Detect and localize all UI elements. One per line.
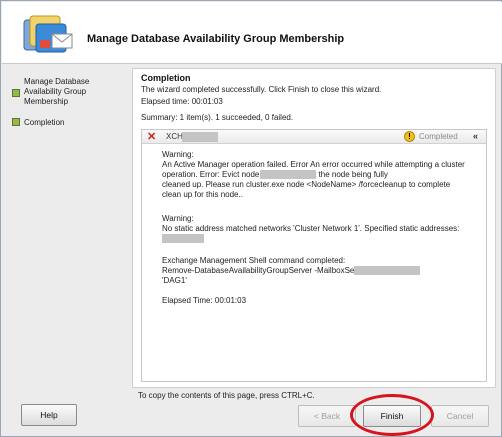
back-button[interactable]: < Back (298, 405, 356, 427)
step-status-icon (12, 118, 20, 126)
redacted-server-name (182, 132, 218, 142)
result-line: An Active Manager operation failed. Erro… (162, 160, 465, 169)
result-line: 'DAG1' (162, 276, 187, 285)
result-status: Completed (419, 132, 458, 141)
completion-panel: Completion The wizard completed successf… (132, 68, 496, 388)
result-line: Exchange Management Shell command comple… (162, 256, 346, 265)
result-line: cleaned up. Please run cluster.exe node … (162, 180, 451, 189)
summary-text: Summary: 1 item(s). 1 succeeded, 0 faile… (141, 113, 294, 122)
redacted-mailbox-server (354, 266, 420, 275)
page-heading: Completion (141, 73, 191, 83)
result-line: Elapsed Time: 00:01:03 (162, 296, 247, 305)
step-status-icon (12, 89, 20, 97)
redacted-node-name (260, 170, 316, 179)
wizard-steps-pane: Manage Database Availability Group Membe… (2, 64, 130, 394)
help-button[interactable]: Help (21, 404, 77, 426)
server-name: XCH (166, 132, 183, 141)
redacted-static-address (162, 234, 204, 243)
result-item-header[interactable]: ✕ XCH ! Completed « (142, 130, 486, 144)
step-completion[interactable]: Completion (24, 118, 124, 128)
result-line: clean up for this node.. (162, 190, 243, 199)
warning-icon: ! (404, 131, 415, 142)
result-item: ✕ XCH ! Completed « Warning: An Active M… (141, 129, 487, 382)
result-line: Warning: (162, 150, 194, 159)
elapsed-time: Elapsed time: 00:01:03 (141, 97, 223, 106)
step-manage-membership[interactable]: Manage Database Availability Group Membe… (24, 77, 124, 107)
cancel-button[interactable]: Cancel (431, 405, 489, 427)
collapse-chevron-icon[interactable]: « (473, 131, 478, 141)
result-line: No static address matched networks 'Clus… (162, 224, 460, 233)
wizard-window: Manage Database Availability Group Membe… (0, 0, 502, 437)
error-x-icon: ✕ (147, 131, 157, 143)
exchange-mailbox-icon (23, 15, 73, 53)
result-line: Warning: (162, 214, 194, 223)
finish-highlight-circle (350, 394, 434, 436)
copy-hint: To copy the contents of this page, press… (138, 391, 315, 400)
completion-message: The wizard completed successfully. Click… (141, 85, 382, 94)
wizard-title: Manage Database Availability Group Membe… (87, 33, 345, 45)
wizard-header: Manage Database Availability Group Membe… (2, 2, 502, 64)
